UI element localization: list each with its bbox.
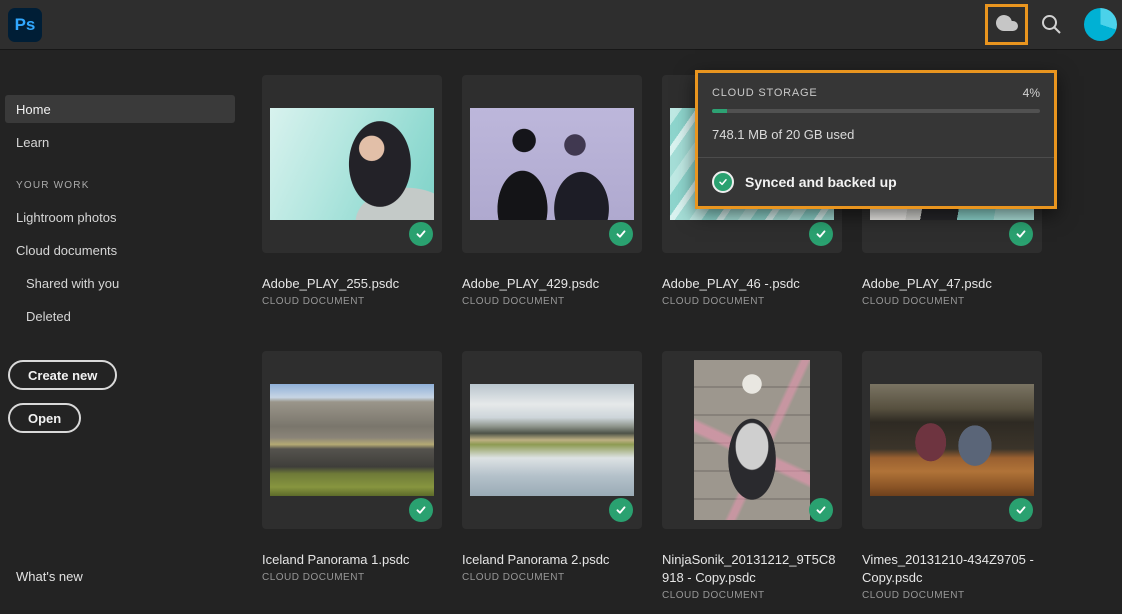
sidebar-item-home[interactable]: Home	[5, 95, 235, 123]
document-thumbnail	[470, 108, 634, 220]
document-title: Adobe_PLAY_47.psdc	[862, 275, 1042, 293]
document-title: Iceland Panorama 1.psdc	[262, 551, 442, 569]
document-thumbnail-box	[462, 75, 642, 253]
document-thumbnail-box	[862, 351, 1042, 529]
document-card[interactable]: Iceland Panorama 2.psdc CLOUD DOCUMENT	[462, 351, 642, 601]
document-type-label: CLOUD DOCUMENT	[462, 296, 642, 307]
document-thumbnail-box	[662, 351, 842, 529]
sidebar-item-cloud-documents[interactable]: Cloud documents	[5, 236, 235, 264]
document-card[interactable]: Adobe_PLAY_429.psdc CLOUD DOCUMENT	[462, 75, 642, 307]
cloud-storage-popup: CLOUD STORAGE 4% 748.1 MB of 20 GB used …	[695, 70, 1057, 209]
storage-usage-text: 748.1 MB of 20 GB used	[712, 127, 1040, 142]
search-button[interactable]	[1037, 11, 1065, 39]
cloud-storage-percent: 4%	[1023, 86, 1040, 100]
synced-check-icon	[809, 222, 833, 246]
cloud-storage-usage-section: CLOUD STORAGE 4% 748.1 MB of 20 GB used	[698, 73, 1054, 157]
sidebar-item-lightroom-photos[interactable]: Lightroom photos	[5, 203, 235, 231]
document-card[interactable]: Vimes_20131210-434Z9705 - Copy.psdc CLOU…	[862, 351, 1042, 601]
document-title: Adobe_PLAY_429.psdc	[462, 275, 642, 293]
document-title: Adobe_PLAY_255.psdc	[262, 275, 442, 293]
document-thumbnail	[694, 360, 810, 520]
document-type-label: CLOUD DOCUMENT	[262, 572, 442, 583]
document-thumbnail	[270, 108, 434, 220]
whats-new-link[interactable]: What's new	[16, 569, 83, 584]
synced-check-icon	[1009, 222, 1033, 246]
sync-check-icon	[712, 171, 734, 193]
synced-check-icon	[809, 498, 833, 522]
document-thumbnail	[870, 384, 1034, 496]
document-thumbnail	[470, 384, 634, 496]
document-title: Adobe_PLAY_46 -.psdc	[662, 275, 842, 293]
cloud-icon	[995, 11, 1019, 38]
sidebar: Home Learn YOUR WORK Lightroom photos Cl…	[0, 51, 240, 614]
sidebar-nav-top: Home Learn	[0, 95, 240, 156]
sidebar-item-label: Cloud documents	[16, 243, 117, 258]
photoshop-logo: Ps	[8, 8, 42, 42]
document-thumbnail	[270, 384, 434, 496]
search-icon	[1039, 24, 1063, 39]
document-type-label: CLOUD DOCUMENT	[862, 296, 1042, 307]
sidebar-item-label: Lightroom photos	[16, 210, 116, 225]
storage-progress-bar	[712, 109, 1040, 113]
sync-status-text: Synced and backed up	[745, 174, 897, 190]
document-title: Vimes_20131210-434Z9705 - Copy.psdc	[862, 551, 1042, 587]
document-card[interactable]: Adobe_PLAY_255.psdc CLOUD DOCUMENT	[262, 75, 442, 307]
sidebar-item-label: Home	[16, 102, 51, 117]
document-type-label: CLOUD DOCUMENT	[662, 590, 842, 601]
synced-check-icon	[409, 498, 433, 522]
cloud-storage-button[interactable]	[985, 4, 1028, 45]
user-avatar[interactable]	[1084, 8, 1117, 41]
document-type-label: CLOUD DOCUMENT	[262, 296, 442, 307]
sidebar-nav-work: Lightroom photos Cloud documents Shared …	[0, 203, 240, 330]
document-type-label: CLOUD DOCUMENT	[462, 572, 642, 583]
sidebar-item-shared-with-you[interactable]: Shared with you	[5, 269, 235, 297]
sidebar-item-learn[interactable]: Learn	[5, 128, 235, 156]
document-thumbnail-box	[262, 351, 442, 529]
open-button[interactable]: Open	[8, 403, 81, 433]
sidebar-item-label: Deleted	[26, 309, 71, 324]
create-new-button[interactable]: Create new	[8, 360, 117, 390]
synced-check-icon	[409, 222, 433, 246]
storage-progress-fill	[712, 109, 727, 113]
document-type-label: CLOUD DOCUMENT	[662, 296, 842, 307]
document-title: NinjaSonik_20131212_9T5C8918 - Copy.psdc	[662, 551, 842, 587]
topbar: Ps	[0, 0, 1122, 50]
sidebar-item-label: Shared with you	[26, 276, 119, 291]
sidebar-item-label: Learn	[16, 135, 49, 150]
synced-check-icon	[1009, 498, 1033, 522]
synced-check-icon	[609, 498, 633, 522]
cloud-storage-title: CLOUD STORAGE	[712, 87, 818, 99]
document-type-label: CLOUD DOCUMENT	[862, 590, 1042, 601]
document-thumbnail-box	[262, 75, 442, 253]
document-card[interactable]: Iceland Panorama 1.psdc CLOUD DOCUMENT	[262, 351, 442, 601]
sync-status-row: Synced and backed up	[698, 157, 1054, 206]
synced-check-icon	[609, 222, 633, 246]
document-title: Iceland Panorama 2.psdc	[462, 551, 642, 569]
document-thumbnail-box	[462, 351, 642, 529]
sidebar-item-deleted[interactable]: Deleted	[5, 302, 235, 330]
document-card[interactable]: NinjaSonik_20131212_9T5C8918 - Copy.psdc…	[662, 351, 842, 601]
sidebar-section-your-work: YOUR WORK	[16, 180, 240, 191]
